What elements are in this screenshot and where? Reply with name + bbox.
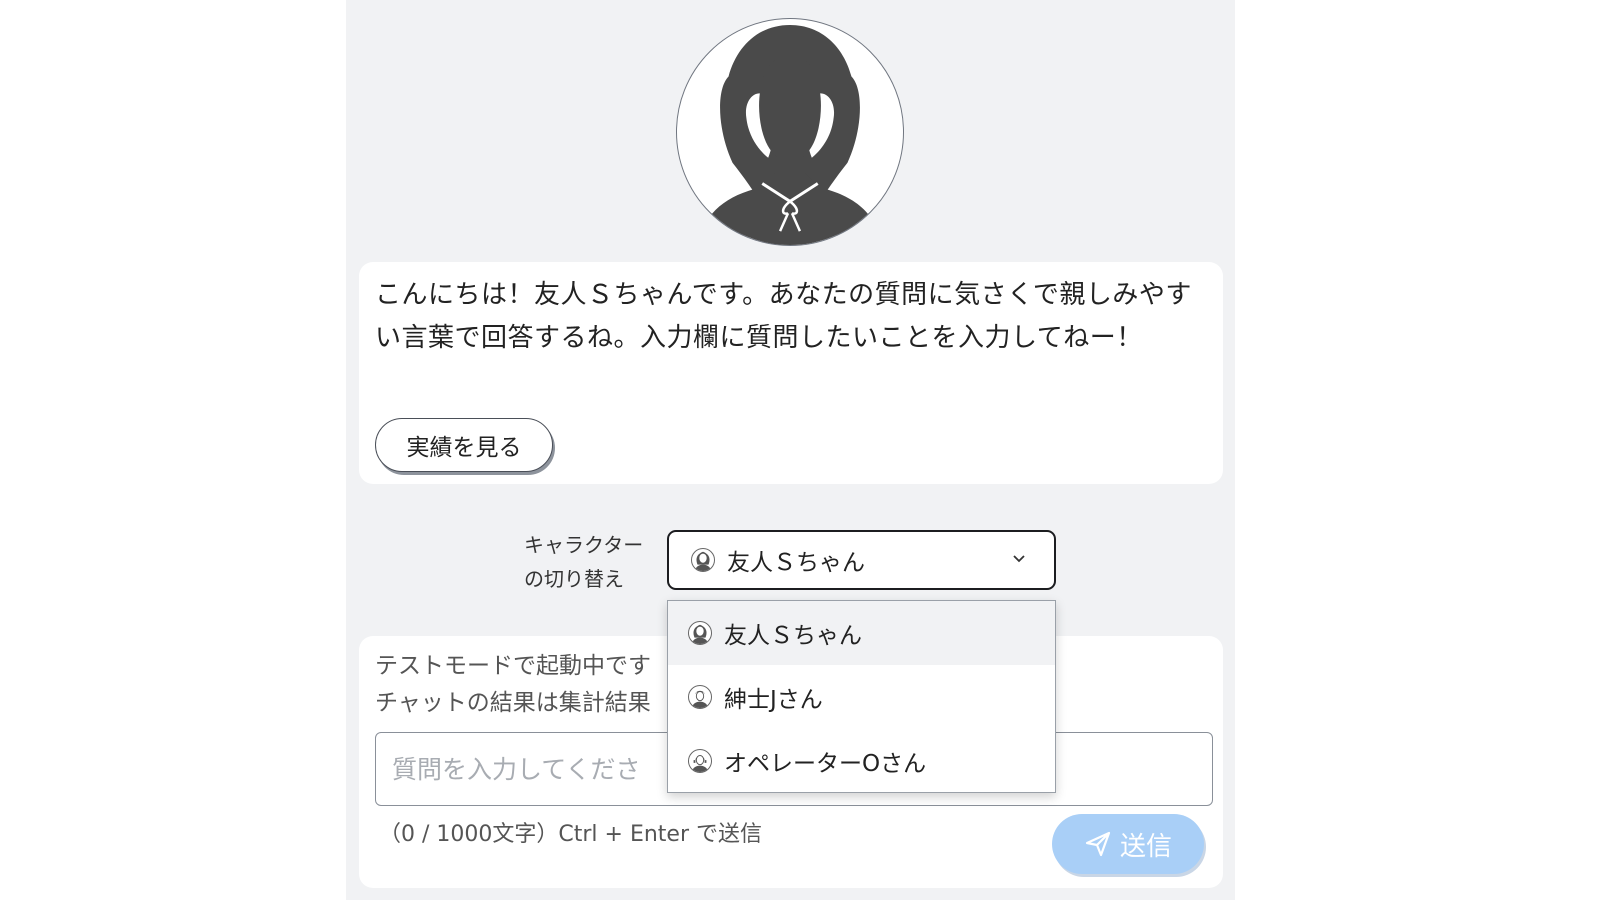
girl-avatar-icon bbox=[691, 548, 715, 572]
character-option-operator-o[interactable]: オペレーターOさん bbox=[668, 729, 1055, 793]
character-switch-label-line1: キャラクター bbox=[524, 533, 644, 557]
operator-avatar-icon bbox=[688, 749, 712, 773]
send-button[interactable]: 送信 bbox=[1052, 814, 1204, 874]
chevron-down-icon bbox=[1013, 555, 1025, 563]
character-option-gentleman-j[interactable]: 紳士Jさん bbox=[668, 665, 1055, 729]
character-counter: （0 / 1000文字）Ctrl + Enter で送信 bbox=[379, 822, 762, 847]
gentleman-avatar-icon bbox=[688, 685, 712, 709]
view-achievements-button[interactable]: 実績を見る bbox=[375, 418, 553, 472]
character-switch-label: キャラクター の切り替え bbox=[524, 528, 664, 596]
character-dropdown-list: 友人Ｓちゃん 紳士Jさん オペレーターOさん bbox=[667, 600, 1056, 793]
character-switch-label-line2: の切り替え bbox=[524, 567, 624, 591]
character-avatar bbox=[676, 18, 904, 246]
character-select[interactable]: 友人Ｓちゃん bbox=[667, 530, 1056, 590]
character-option-label: 友人Ｓちゃん bbox=[724, 623, 862, 649]
character-select-value: 友人Ｓちゃん bbox=[727, 550, 865, 576]
send-button-label: 送信 bbox=[1119, 831, 1172, 862]
girl-avatar-icon bbox=[688, 621, 712, 645]
greeting-message-card: こんにちは！友人Ｓちゃんです。あなたの質問に気さくで親しみやすい言葉で回答するね… bbox=[359, 262, 1223, 484]
greeting-message-text: こんにちは！友人Ｓちゃんです。あなたの質問に気さくで親しみやすい言葉で回答するね… bbox=[375, 280, 1192, 353]
character-option-friend-s[interactable]: 友人Ｓちゃん bbox=[668, 601, 1055, 665]
paper-plane-icon bbox=[1085, 831, 1111, 857]
chat-panel: こんにちは！友人Ｓちゃんです。あなたの質問に気さくで親しみやすい言葉で回答するね… bbox=[346, 0, 1235, 900]
character-option-label: 紳士Jさん bbox=[724, 687, 823, 713]
girl-silhouette-icon bbox=[698, 24, 882, 245]
character-option-label: オペレーターOさん bbox=[724, 751, 927, 777]
